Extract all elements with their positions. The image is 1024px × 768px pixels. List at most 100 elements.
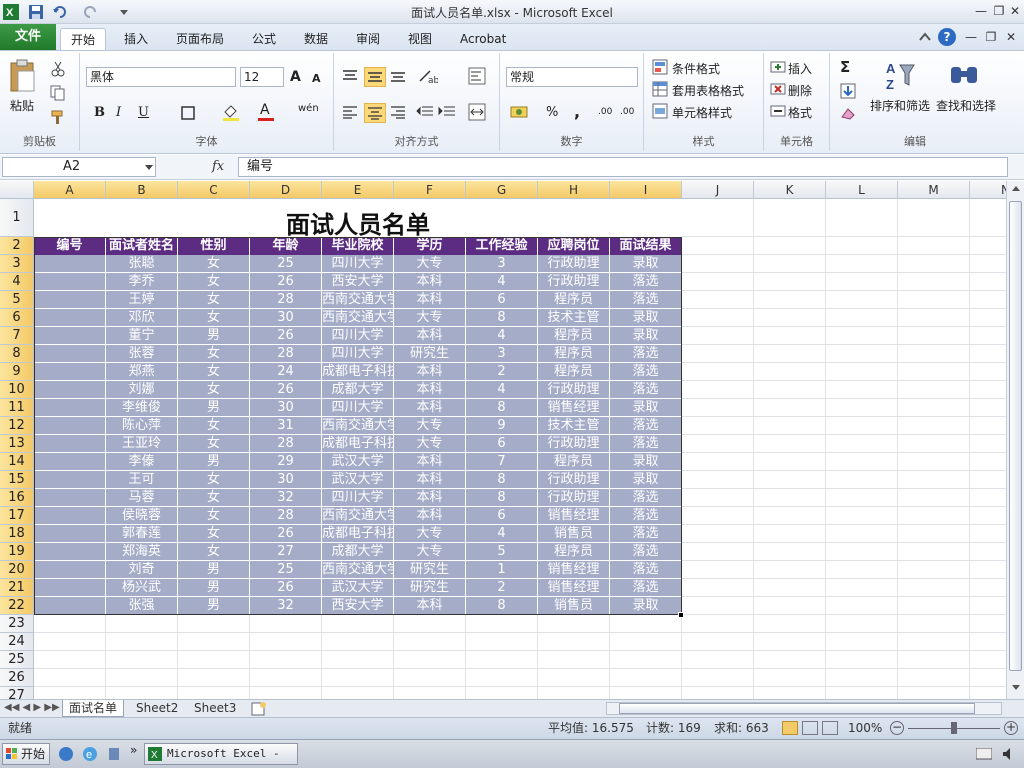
row-header[interactable]: 10 [0,381,34,399]
horizontal-scroll-thumb[interactable] [619,703,975,714]
row-header[interactable]: 22 [0,597,34,615]
table-cell[interactable] [34,255,106,273]
table-cell[interactable]: 26 [250,273,322,291]
table-cell[interactable]: 大专 [394,525,466,543]
table-cell[interactable] [34,579,106,597]
row-header[interactable]: 25 [0,651,34,669]
table-cell[interactable] [34,435,106,453]
column-header[interactable]: I [610,181,682,199]
table-cell[interactable]: 落选 [610,381,682,399]
table-cell[interactable]: 录取 [610,309,682,327]
paste-icon[interactable] [8,59,38,95]
name-box-dropdown-icon[interactable] [144,161,154,175]
copy-icon[interactable] [50,85,70,104]
table-cell[interactable]: 男 [178,327,250,345]
fill-handle[interactable] [678,612,684,618]
table-cell[interactable]: 录取 [610,471,682,489]
table-cell[interactable]: 销售员 [538,597,610,615]
row-header[interactable]: 18 [0,525,34,543]
table-cell[interactable]: 郑燕 [106,363,178,381]
format-cells-icon[interactable] [770,103,786,122]
align-bottom-icon[interactable] [390,69,406,86]
select-all-corner[interactable] [0,181,34,199]
table-cell[interactable]: 大专 [394,255,466,273]
table-cell[interactable]: 落选 [610,345,682,363]
name-box[interactable]: A2 [2,157,156,177]
decrease-decimal-button[interactable]: .00 [620,107,634,117]
table-cell[interactable]: 武汉大学 [322,453,394,471]
autosum-button[interactable]: Σ [840,58,850,76]
table-cell[interactable]: 成都电子科技 [322,435,394,453]
table-cell[interactable]: 男 [178,561,250,579]
page-break-view-icon[interactable] [822,721,838,735]
sheet-nav-icons[interactable]: ◀◀ ◀ ▶ ▶▶ [4,702,60,713]
format-painter-icon[interactable] [50,109,66,128]
table-cell[interactable]: 3 [466,255,538,273]
row-header[interactable]: 7 [0,327,34,345]
table-cell[interactable] [34,507,106,525]
table-cell[interactable] [34,309,106,327]
table-cell[interactable]: 本科 [394,507,466,525]
table-cell[interactable]: 29 [250,453,322,471]
row-header[interactable]: 15 [0,471,34,489]
table-cell[interactable]: 5 [466,543,538,561]
font-color-button[interactable]: A [260,102,270,118]
sheet-tab-3[interactable]: Sheet3 [188,700,242,717]
font-name-select[interactable]: 黑体 [86,67,236,87]
table-cell[interactable]: 6 [466,435,538,453]
table-cell[interactable]: 大专 [394,309,466,327]
format-as-table-icon[interactable] [652,81,668,100]
table-header-cell[interactable]: 编号 [34,237,106,255]
orientation-icon[interactable]: ab [418,69,440,88]
align-top-icon[interactable] [342,69,358,86]
zoom-in-icon[interactable]: + [1004,721,1018,735]
table-cell[interactable]: 28 [250,435,322,453]
column-header[interactable]: G [466,181,538,199]
increase-indent-icon[interactable] [438,105,456,122]
tab-view[interactable]: 视图 [398,28,442,50]
table-cell[interactable] [34,471,106,489]
table-cell[interactable]: 9 [466,417,538,435]
table-cell[interactable]: 7 [466,453,538,471]
table-cell[interactable]: 30 [250,399,322,417]
minimize-ribbon-icon[interactable] [918,30,932,44]
fill-icon[interactable] [840,83,856,102]
table-cell[interactable] [34,345,106,363]
table-cell[interactable]: 邓欣 [106,309,178,327]
table-cell[interactable] [34,561,106,579]
row-header[interactable]: 20 [0,561,34,579]
insert-cells-icon[interactable] [770,59,786,78]
normal-view-icon[interactable] [782,721,798,735]
percent-button[interactable]: % [546,105,558,120]
tab-file[interactable]: 文件 [0,24,56,50]
table-cell[interactable]: 本科 [394,381,466,399]
sort-filter-button[interactable]: 排序和筛选 [870,97,930,114]
table-cell[interactable]: 四川大学 [322,399,394,417]
table-cell[interactable]: 6 [466,291,538,309]
table-cell[interactable]: 落选 [610,363,682,381]
table-cell[interactable]: 30 [250,309,322,327]
table-cell[interactable]: 西安大学 [322,597,394,615]
table-header-cell[interactable]: 面试者姓名 [106,237,178,255]
column-header[interactable]: A [34,181,106,199]
table-cell[interactable]: 落选 [610,489,682,507]
align-middle-icon[interactable] [364,67,386,87]
table-cell[interactable]: 4 [466,327,538,345]
table-cell[interactable]: 28 [250,345,322,363]
table-cell[interactable]: 程序员 [538,543,610,561]
font-size-select[interactable]: 12 [240,67,284,87]
table-cell[interactable]: 31 [250,417,322,435]
table-header-cell[interactable]: 学历 [394,237,466,255]
align-right-icon[interactable] [390,105,406,122]
table-cell[interactable]: 本科 [394,363,466,381]
row-header[interactable]: 9 [0,363,34,381]
insert-function-button[interactable]: fx [212,159,224,174]
table-cell[interactable]: 四川大学 [322,489,394,507]
table-cell[interactable]: 8 [466,489,538,507]
page-layout-view-icon[interactable] [802,721,818,735]
grow-font-button[interactable]: A [290,69,301,85]
scroll-up-icon[interactable] [1010,183,1022,197]
sort-filter-icon[interactable]: AZ [884,59,918,96]
row-header[interactable]: 4 [0,273,34,291]
table-cell[interactable]: 女 [178,363,250,381]
